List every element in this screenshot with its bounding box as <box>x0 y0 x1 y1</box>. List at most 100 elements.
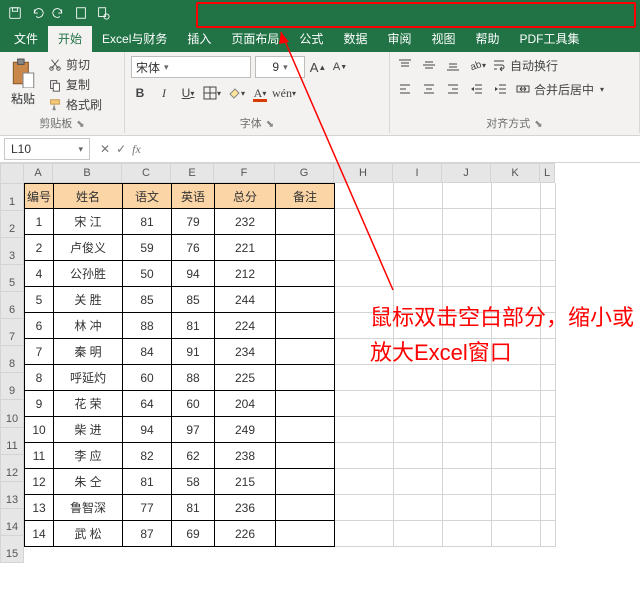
column-header[interactable]: B <box>53 163 122 183</box>
table-cell[interactable]: 232 <box>215 209 276 235</box>
table-header-cell[interactable] <box>492 183 541 209</box>
titlebar-blank-area[interactable] <box>196 2 636 28</box>
table-cell[interactable]: 88 <box>172 365 215 391</box>
table-cell[interactable] <box>394 391 443 417</box>
table-cell[interactable]: 柴 进 <box>54 417 123 443</box>
increase-font-icon[interactable]: A▲ <box>309 58 327 76</box>
table-cell[interactable] <box>394 521 443 547</box>
table-cell[interactable]: 6 <box>24 313 54 339</box>
table-header-cell[interactable] <box>541 183 556 209</box>
table-header-cell[interactable]: 姓名 <box>54 183 123 209</box>
redo-icon[interactable] <box>52 6 66 20</box>
table-cell[interactable] <box>394 495 443 521</box>
table-cell[interactable] <box>541 469 556 495</box>
table-cell[interactable]: 234 <box>215 339 276 365</box>
table-cell[interactable] <box>276 443 335 469</box>
table-cell[interactable]: 武 松 <box>54 521 123 547</box>
row-header[interactable]: 5 <box>0 265 24 292</box>
row-header[interactable]: 10 <box>0 400 24 427</box>
row-header[interactable]: 6 <box>0 292 24 319</box>
table-cell[interactable]: 1 <box>24 209 54 235</box>
table-cell[interactable]: 204 <box>215 391 276 417</box>
row-header[interactable]: 3 <box>0 238 24 265</box>
table-cell[interactable]: 卢俊义 <box>54 235 123 261</box>
table-cell[interactable] <box>443 495 492 521</box>
table-cell[interactable] <box>335 261 394 287</box>
table-cell[interactable]: 4 <box>24 261 54 287</box>
column-header[interactable]: G <box>275 163 334 183</box>
wrap-text-button[interactable]: 自动换行 <box>492 57 558 74</box>
table-cell[interactable] <box>443 443 492 469</box>
row-header[interactable]: 8 <box>0 346 24 373</box>
table-cell[interactable]: 69 <box>172 521 215 547</box>
table-cell[interactable] <box>541 391 556 417</box>
table-cell[interactable] <box>541 235 556 261</box>
table-cell[interactable] <box>394 261 443 287</box>
print-preview-icon[interactable] <box>96 6 110 20</box>
table-cell[interactable] <box>394 469 443 495</box>
undo-icon[interactable] <box>30 6 44 20</box>
table-cell[interactable]: 9 <box>24 391 54 417</box>
table-cell[interactable] <box>276 391 335 417</box>
select-all-corner[interactable] <box>0 163 24 184</box>
column-header[interactable]: I <box>393 163 442 183</box>
table-cell[interactable]: 212 <box>215 261 276 287</box>
phonetic-guide-button[interactable]: wén▾ <box>275 84 293 102</box>
table-header-cell[interactable]: 英语 <box>172 183 215 209</box>
row-header[interactable]: 13 <box>0 482 24 509</box>
table-header-cell[interactable] <box>335 183 394 209</box>
align-middle-icon[interactable] <box>420 56 438 74</box>
tab-review[interactable]: 审阅 <box>377 25 421 52</box>
table-cell[interactable] <box>276 469 335 495</box>
table-cell[interactable] <box>492 443 541 469</box>
tab-file[interactable]: 文件 <box>4 25 48 52</box>
table-cell[interactable] <box>492 261 541 287</box>
increase-indent-icon[interactable] <box>492 80 510 98</box>
table-cell[interactable] <box>276 313 335 339</box>
table-cell[interactable] <box>394 443 443 469</box>
table-cell[interactable] <box>276 339 335 365</box>
table-header-cell[interactable]: 备注 <box>276 183 335 209</box>
table-cell[interactable]: 7 <box>24 339 54 365</box>
table-cell[interactable]: 94 <box>172 261 215 287</box>
save-icon[interactable] <box>8 6 22 20</box>
tab-insert[interactable]: 插入 <box>177 25 221 52</box>
title-bar[interactable] <box>0 0 640 26</box>
table-cell[interactable]: 224 <box>215 313 276 339</box>
decrease-font-icon[interactable]: A▼ <box>331 58 349 76</box>
column-header[interactable]: C <box>122 163 171 183</box>
column-header[interactable]: H <box>334 163 393 183</box>
table-cell[interactable]: 12 <box>24 469 54 495</box>
align-top-icon[interactable] <box>396 56 414 74</box>
table-cell[interactable] <box>443 209 492 235</box>
tab-page-layout[interactable]: 页面布局 <box>221 25 289 52</box>
table-cell[interactable]: 李 应 <box>54 443 123 469</box>
table-cell[interactable] <box>541 495 556 521</box>
table-cell[interactable] <box>492 235 541 261</box>
table-cell[interactable]: 91 <box>172 339 215 365</box>
table-cell[interactable] <box>276 235 335 261</box>
table-cell[interactable] <box>276 287 335 313</box>
table-cell[interactable] <box>541 261 556 287</box>
table-cell[interactable]: 11 <box>24 443 54 469</box>
column-header[interactable]: A <box>24 163 53 183</box>
table-cell[interactable]: 87 <box>123 521 172 547</box>
table-cell[interactable]: 81 <box>123 469 172 495</box>
table-cell[interactable]: 62 <box>172 443 215 469</box>
column-header[interactable]: L <box>540 163 555 183</box>
column-header[interactable]: E <box>171 163 214 183</box>
table-cell[interactable]: 94 <box>123 417 172 443</box>
font-size-combo[interactable]: 9▾ <box>255 56 305 78</box>
border-button[interactable]: ▾ <box>203 84 221 102</box>
table-cell[interactable] <box>276 261 335 287</box>
tab-home[interactable]: 开始 <box>48 25 92 52</box>
table-cell[interactable] <box>335 469 394 495</box>
table-cell[interactable] <box>335 495 394 521</box>
tab-data[interactable]: 数据 <box>333 25 377 52</box>
row-header[interactable]: 2 <box>0 211 24 238</box>
table-cell[interactable]: 79 <box>172 209 215 235</box>
table-cell[interactable] <box>443 235 492 261</box>
table-cell[interactable] <box>276 365 335 391</box>
table-header-cell[interactable] <box>443 183 492 209</box>
table-cell[interactable] <box>443 521 492 547</box>
